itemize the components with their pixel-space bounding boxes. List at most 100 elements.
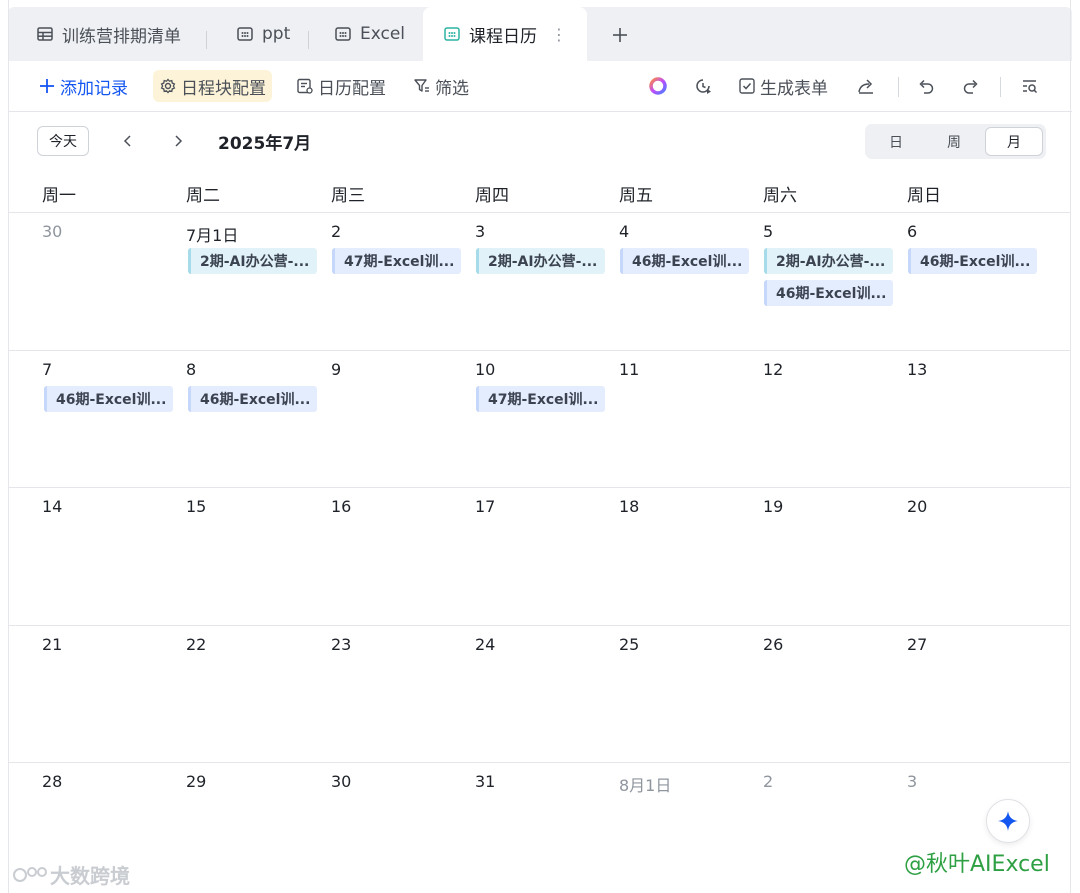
day-cell[interactable] [469, 213, 611, 349]
ai-ring-icon [649, 77, 667, 95]
day-number: 2 [763, 772, 774, 791]
day-number: 24 [475, 635, 496, 654]
calendar-config-button[interactable]: 日历配置 [296, 70, 386, 102]
add-record-label: 添加记录 [60, 78, 128, 99]
toolbar-divider [898, 77, 899, 97]
sparkle-icon [998, 811, 1018, 831]
calendar-event[interactable]: 2期-AI办公营-... [476, 248, 605, 274]
weekday-header: 周二 [186, 186, 220, 206]
weekday-header: 周四 [475, 186, 509, 206]
day-number: 13 [907, 360, 928, 379]
day-cell[interactable] [757, 763, 899, 893]
next-month-button[interactable] [166, 128, 190, 154]
day-cell[interactable] [613, 213, 755, 349]
day-number: 16 [331, 497, 352, 516]
tab-label: Excel [360, 24, 406, 44]
ai-float-button[interactable] [986, 799, 1030, 843]
calendar-event[interactable]: 46期-Excel训... [908, 248, 1037, 274]
calendar-event[interactable]: 46期-Excel训... [44, 386, 173, 412]
table-icon [37, 27, 53, 41]
calendar-event[interactable]: 46期-Excel训... [764, 280, 893, 306]
weekday-header: 周六 [763, 186, 797, 206]
tab-excel[interactable]: Excel [334, 7, 405, 61]
day-number: 5 [763, 222, 774, 241]
day-number: 11 [619, 360, 640, 379]
day-number: 6 [907, 222, 918, 241]
weekday-header: 周日 [907, 186, 941, 206]
calendar-grid-icon [444, 27, 460, 41]
generate-form-button[interactable]: 生成表单 [738, 70, 828, 102]
gear-icon [160, 78, 176, 94]
ai-assistant-button[interactable] [646, 74, 670, 98]
chevron-left-icon [123, 135, 131, 147]
undo-icon [919, 79, 934, 94]
day-number: 18 [619, 497, 640, 516]
share-button[interactable] [854, 74, 878, 98]
day-number: 8 [186, 360, 197, 379]
plus-icon [613, 28, 627, 42]
tab-label: 课程日历 [469, 26, 537, 47]
day-number: 30 [331, 772, 352, 791]
weekday-header: 周三 [331, 186, 365, 206]
view-day-option[interactable]: 日 [867, 127, 925, 156]
day-number: 12 [763, 360, 784, 379]
day-number: 10 [475, 360, 496, 379]
view-tab-bar: 训练营排期清单 ppt Excel 课程日历 ⋮ [8, 7, 1072, 61]
calendar-event[interactable]: 2期-AI办公营-... [764, 248, 893, 274]
view-week-option[interactable]: 周 [925, 127, 983, 156]
share-icon [858, 79, 873, 94]
day-number: 23 [331, 635, 352, 654]
prev-month-button[interactable] [116, 128, 140, 154]
tab-divider [308, 31, 309, 49]
automation-button[interactable] [691, 74, 715, 98]
calendar-event[interactable]: 47期-Excel训... [476, 386, 605, 412]
search-list-icon [1023, 80, 1038, 94]
calendar-event[interactable]: 46期-Excel训... [620, 248, 749, 274]
block-config-button[interactable]: 日程块配置 [153, 70, 272, 102]
tab-training-schedule[interactable]: 训练营排期清单 [36, 7, 181, 61]
day-number: 30 [42, 222, 63, 241]
redo-button[interactable] [959, 74, 983, 98]
clock-play-icon [696, 79, 711, 94]
calendar-grid-icon [335, 27, 351, 41]
block-config-label: 日程块配置 [181, 78, 266, 99]
day-number: 20 [907, 497, 928, 516]
calendar-event[interactable]: 2期-AI办公营-... [188, 248, 317, 274]
day-cell[interactable] [325, 351, 467, 487]
calendar-event[interactable]: 47期-Excel训... [332, 248, 461, 274]
chevron-right-icon [175, 135, 183, 147]
day-cell[interactable] [36, 351, 178, 487]
add-record-button[interactable]: 添加记录 [38, 70, 128, 102]
day-number: 29 [186, 772, 207, 791]
plus-icon [40, 79, 54, 93]
month-title: 2025年7月 [218, 134, 312, 154]
more-vertical-icon[interactable]: ⋮ [551, 25, 567, 44]
checkbox-form-icon [739, 78, 755, 94]
calendar-event[interactable]: 46期-Excel训... [188, 386, 317, 412]
day-number: 15 [186, 497, 207, 516]
calendar-config-label: 日历配置 [318, 78, 386, 99]
tab-ppt[interactable]: ppt [236, 7, 290, 61]
view-month-option[interactable]: 月 [985, 127, 1043, 156]
tab-course-calendar[interactable]: 课程日历 ⋮ [423, 7, 587, 61]
weekday-header: 周一 [42, 186, 76, 206]
day-number: 9 [331, 360, 342, 379]
day-number: 27 [907, 635, 928, 654]
undo-button[interactable] [914, 74, 938, 98]
tab-label: ppt [262, 24, 291, 44]
day-number: 2 [331, 222, 342, 241]
view-switcher: 日 周 月 [865, 124, 1046, 159]
today-button[interactable]: 今天 [37, 126, 89, 156]
filter-button[interactable]: 筛选 [413, 70, 469, 102]
toolbar-divider [1000, 77, 1001, 97]
day-cell[interactable] [901, 213, 1043, 349]
day-cell[interactable] [180, 351, 322, 487]
search-records-button[interactable] [1018, 74, 1042, 98]
add-tab-button[interactable] [604, 21, 636, 49]
day-number: 19 [763, 497, 784, 516]
day-number: 17 [475, 497, 496, 516]
day-number: 14 [42, 497, 63, 516]
day-number: 28 [42, 772, 63, 791]
day-cell[interactable] [325, 213, 467, 349]
watermark-logo-icon [13, 866, 47, 882]
